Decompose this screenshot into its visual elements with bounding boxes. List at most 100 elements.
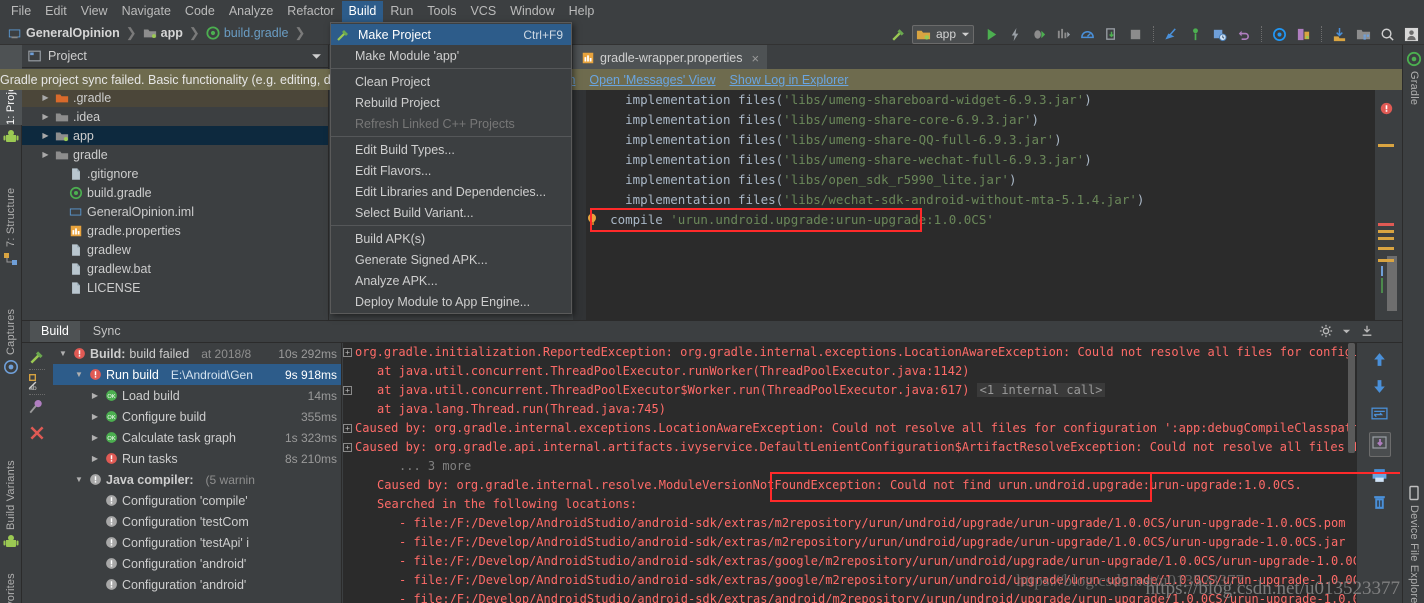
build-tree-row[interactable]: ▼ Java compiler: (5 warnin [53,469,341,490]
build-tree-row[interactable]: ▶ OK Configure build 355ms [53,406,341,427]
delete-icon[interactable] [1371,494,1388,511]
tree-expand-arrow[interactable]: ▼ [73,370,85,379]
tree-expand-arrow[interactable]: ▶ [89,412,101,421]
tree-row-gradle-properties[interactable]: gradle.properties [22,221,328,240]
open-messages-view-link[interactable]: Open 'Messages' View [589,73,715,87]
sdk-manager-icon[interactable] [1329,24,1350,44]
build-tree-row[interactable]: ▶ OK Calculate task graph 1s 323ms [53,427,341,448]
menu-item-edit[interactable]: Edit [38,1,74,22]
search-icon[interactable] [1377,24,1398,44]
build-tree-row[interactable]: Configuration 'android' [53,553,341,574]
breadcrumb-project[interactable]: GeneralOpinion [8,26,120,40]
debug-icon[interactable] [1029,24,1050,44]
intention-bulb-icon[interactable] [586,213,597,226]
toggle-tasks-icon[interactable]: ab [28,373,46,391]
run-with-coverage-icon[interactable] [1053,24,1074,44]
avd-manager-icon[interactable] [1293,24,1314,44]
sidebar-item-build-variants[interactable]: Build Variants [0,430,22,530]
tab-build[interactable]: Build [30,321,80,342]
sidebar-item-gradle[interactable]: Gradle [1403,71,1424,127]
tree-expand-arrow[interactable]: ▶ [40,93,51,102]
hammer-icon[interactable] [28,348,46,366]
pin-icon[interactable] [28,398,46,416]
build-tree-row[interactable]: Configuration 'testCom [53,511,341,532]
hide-window-icon[interactable] [1360,324,1374,338]
editor-scroll-gutter[interactable] [1374,90,1402,320]
expand-toggle-icon[interactable]: + [343,386,352,395]
tree-row--idea[interactable]: ▶ .idea [22,107,328,126]
scroll-to-end-toggle[interactable] [1368,432,1391,457]
build-tree-row[interactable]: Configuration 'compile' [53,490,341,511]
scroll-down-icon[interactable] [1371,378,1388,395]
tree-expand-arrow[interactable]: ▶ [89,454,101,463]
close-icon[interactable] [28,424,46,442]
menu-item-vcs[interactable]: VCS [463,1,503,22]
build-tree-row[interactable]: ▼ Build: build failed at 2018/8 10s 292ms [53,343,341,364]
tree-row-gradlew[interactable]: gradlew [22,240,328,259]
vcs-update-icon[interactable] [1161,24,1182,44]
build-menu-item-make-module-app[interactable]: Make Module 'app' [331,45,571,66]
close-icon[interactable]: × [751,51,759,66]
vcs-history-icon[interactable] [1209,24,1230,44]
tree-row-build-gradle[interactable]: build.gradle [22,183,328,202]
menu-item-navigate[interactable]: Navigate [115,1,178,22]
build-menu-item-edit-libraries-and-dependencies[interactable]: Edit Libraries and Dependencies... [331,181,571,202]
menu-item-tools[interactable]: Tools [420,1,463,22]
build-menu-item-clean-project[interactable]: Clean Project [331,71,571,92]
project-structure-icon[interactable] [1353,24,1374,44]
menu-item-analyze[interactable]: Analyze [222,1,280,22]
print-icon[interactable] [1371,467,1388,484]
build-menu-item-rebuild-project[interactable]: Rebuild Project [331,92,571,113]
breadcrumb-module[interactable]: app [143,26,183,40]
build-menu-item-edit-flavors[interactable]: Edit Flavors... [331,160,571,181]
sidebar-item-favorites[interactable]: 2: Favorites [0,555,22,603]
build-tree-row[interactable]: ▶ Run tasks 8s 210ms [53,448,341,469]
tree-expand-arrow[interactable]: ▼ [57,349,69,358]
tree-expand-arrow[interactable]: ▶ [40,131,51,140]
build-menu-item-build-apk-s[interactable]: Build APK(s) [331,228,571,249]
build-menu-item-analyze-apk[interactable]: Analyze APK... [331,270,571,291]
sidebar-item-structure[interactable]: 7: Structure [0,155,22,247]
tree-expand-arrow[interactable]: ▶ [40,150,51,159]
menu-item-run[interactable]: Run [383,1,420,22]
build-console-output[interactable]: + org.gradle.initialization.ReportedExcep… [343,343,1356,603]
menu-item-build[interactable]: Build [341,0,384,22]
tree-row-generalopinion-iml[interactable]: GeneralOpinion.iml [22,202,328,221]
build-tree-row[interactable]: Configuration 'android' [53,574,341,595]
expand-toggle-icon[interactable]: + [343,348,352,357]
tree-expand-arrow[interactable]: ▶ [89,391,101,400]
undo-icon[interactable] [1233,24,1254,44]
tree-row-license[interactable]: LICENSE [22,278,328,297]
menu-item-help[interactable]: Help [562,1,602,22]
build-tree-row[interactable]: ▼ Run build E:\Android\Gen 9s 918ms [53,364,341,385]
tree-expand-arrow[interactable]: ▶ [40,112,51,121]
build-menu-item-select-build-variant[interactable]: Select Build Variant... [331,202,571,223]
console-scrollbar-thumb[interactable] [1348,343,1355,453]
sync-gradle-icon[interactable] [1269,24,1290,44]
sidebar-item-captures[interactable]: Captures [0,275,22,355]
scroll-up-icon[interactable] [1371,351,1388,368]
menu-item-refactor[interactable]: Refactor [280,1,341,22]
collapsed-frames-badge[interactable]: <1 internal call> [976,383,1106,397]
build-menu-item-edit-build-types[interactable]: Edit Build Types... [331,139,571,160]
build-menu-item-make-project[interactable]: Make Project Ctrl+F9 [331,24,571,45]
tree-row--gradle[interactable]: ▶ .gradle [22,88,328,107]
tree-row-gradlew-bat[interactable]: gradlew.bat [22,259,328,278]
tree-expand-arrow[interactable]: ▶ [89,433,101,442]
vcs-commit-icon[interactable] [1185,24,1206,44]
build-menu-item-deploy-module-to-app-engine[interactable]: Deploy Module to App Engine... [331,291,571,312]
expand-toggle-icon[interactable]: + [343,424,352,433]
soft-wrap-icon[interactable] [1371,405,1388,422]
menu-item-view[interactable]: View [74,1,115,22]
expand-toggle-icon[interactable]: + [343,443,352,452]
settings-gear-icon[interactable] [1319,324,1333,338]
tab-sync[interactable]: Sync [82,321,132,342]
editor-code-area[interactable]: implementation files('libs/umeng-sharebo… [573,90,1402,320]
build-menu-item-generate-signed-apk[interactable]: Generate Signed APK... [331,249,571,270]
apply-changes-icon[interactable] [1005,24,1026,44]
build-tree-row[interactable]: Configuration 'testApi' i [53,532,341,553]
menu-item-window[interactable]: Window [503,1,561,22]
tree-row-gradle[interactable]: ▶ gradle [22,145,328,164]
menu-item-code[interactable]: Code [178,1,222,22]
editor-scrollbar-thumb[interactable] [1387,256,1397,311]
